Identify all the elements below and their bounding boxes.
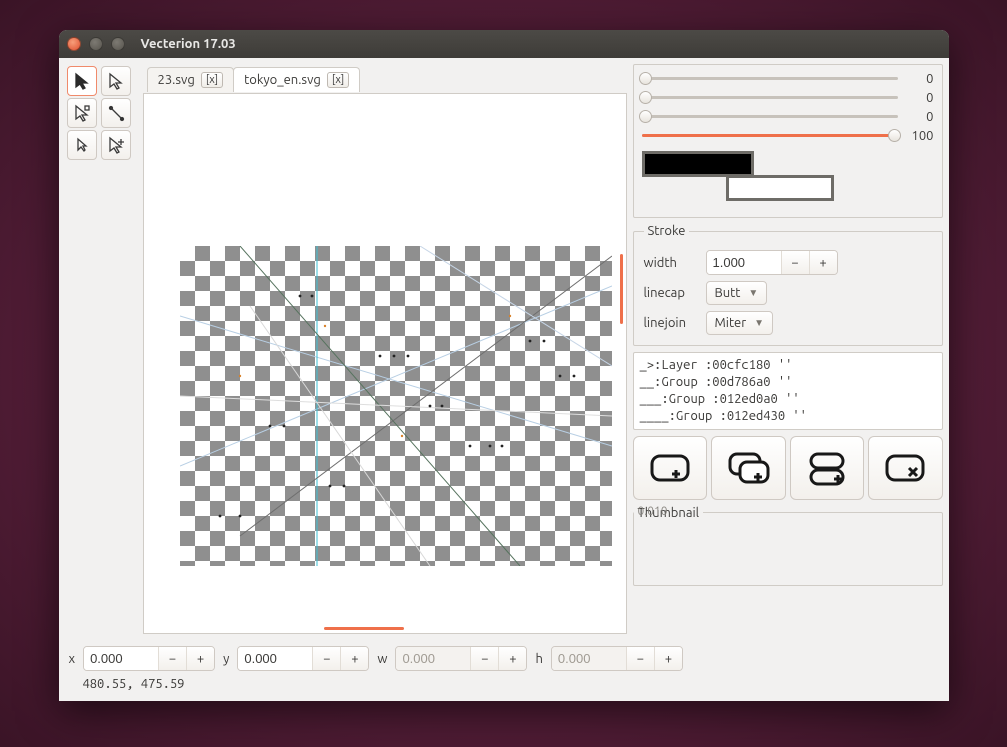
layer-buttons — [633, 436, 943, 500]
slider-a[interactable]: 100 — [642, 126, 934, 145]
minus-icon[interactable]: − — [158, 647, 186, 670]
cursor-small-icon — [73, 136, 91, 154]
rect-stack-plus-icon — [805, 448, 849, 488]
chevron-down-icon: ▼ — [754, 317, 764, 329]
plus-icon[interactable]: + — [654, 647, 682, 670]
tree-row[interactable]: ___:Group :012ed0a0 '' — [640, 391, 936, 408]
w-input[interactable]: − + — [395, 646, 527, 671]
linecap-label: linecap — [644, 286, 698, 300]
thumbnail-zoom: 0.010 — [638, 505, 668, 518]
minus-icon[interactable]: − — [312, 647, 340, 670]
tab-1[interactable]: tokyo_en.svg [x] — [233, 67, 360, 92]
mouse-position: 480.55, 475.59 — [69, 677, 939, 691]
canvas-hscroll[interactable] — [144, 627, 626, 631]
y-input[interactable]: − + — [237, 646, 369, 671]
slider-b[interactable]: 0 — [642, 107, 934, 126]
tool-add-anchor[interactable] — [101, 130, 131, 160]
tool-select[interactable] — [67, 66, 97, 96]
new-child-layer-button[interactable] — [711, 436, 786, 500]
color-sliders: 0 0 0 100 — [633, 64, 943, 218]
tree-row[interactable]: ____:Group :012ed430 '' — [640, 408, 936, 425]
plus-icon[interactable]: + — [186, 647, 214, 670]
chevron-down-icon: ▼ — [748, 287, 758, 299]
maximize-icon[interactable] — [111, 37, 125, 51]
duplicate-layer-button[interactable] — [790, 436, 865, 500]
tab-0[interactable]: 23.svg [x] — [147, 67, 235, 92]
stroke-width-input[interactable]: − + — [706, 250, 838, 275]
tool-anchor[interactable] — [67, 130, 97, 160]
toolbar — [65, 64, 137, 634]
window-title: Vecterion 17.03 — [141, 37, 236, 51]
linejoin-select[interactable]: Miter ▼ — [706, 311, 774, 335]
x-input[interactable]: − + — [83, 646, 215, 671]
delete-layer-button[interactable] — [868, 436, 943, 500]
cursor-plus-icon — [107, 136, 125, 154]
close-icon[interactable] — [67, 37, 81, 51]
cursor-node-icon — [73, 104, 91, 122]
color-swatches[interactable] — [642, 151, 934, 209]
minus-icon[interactable]: − — [470, 647, 498, 670]
cursor-solid-icon — [73, 72, 91, 90]
stroke-panel: Stroke width − + linecap Butt ▼ — [633, 224, 943, 346]
tab-label: 23.svg — [158, 73, 195, 87]
app-window: Vecterion 17.03 — [59, 30, 949, 701]
tree-row[interactable]: _>:Layer :00cfc180 '' — [640, 357, 936, 374]
line-icon — [107, 104, 125, 122]
coords-row: x − + y − + w − + h − + — [69, 646, 939, 671]
new-layer-button[interactable] — [633, 436, 708, 500]
rect-inset-plus-icon — [726, 448, 770, 488]
minus-icon[interactable]: − — [626, 647, 654, 670]
artwork-overlay — [180, 246, 612, 566]
tool-node[interactable] — [67, 98, 97, 128]
foreground-swatch[interactable] — [642, 151, 754, 177]
x-label: x — [69, 652, 76, 666]
canvas[interactable]: 0.060 — [143, 94, 627, 634]
layer-tree[interactable]: _>:Layer :00cfc180 '' __:Group :00d786a0… — [633, 352, 943, 430]
cursor-outline-icon — [107, 72, 125, 90]
tool-line[interactable] — [101, 98, 131, 128]
plus-icon[interactable]: + — [498, 647, 526, 670]
right-panel: 0 0 0 100 S — [633, 64, 943, 634]
background-swatch[interactable] — [726, 175, 834, 201]
center-panel: 23.svg [x] tokyo_en.svg [x] — [143, 64, 627, 634]
tab-close-button[interactable]: [x] — [327, 72, 349, 88]
minimize-icon[interactable] — [89, 37, 103, 51]
h-label: h — [535, 652, 542, 666]
tool-direct-select[interactable] — [101, 66, 131, 96]
tab-bar: 23.svg [x] tokyo_en.svg [x] — [143, 64, 627, 94]
tab-label: tokyo_en.svg — [244, 73, 321, 87]
tab-close-button[interactable]: [x] — [201, 72, 223, 88]
checkerboard — [180, 246, 612, 566]
slider-r[interactable]: 0 — [642, 69, 934, 88]
stroke-width-label: width — [644, 256, 698, 270]
thumbnail-panel: Thumbnail 0.010 — [633, 506, 943, 586]
linecap-select[interactable]: Butt ▼ — [706, 281, 768, 305]
tree-row[interactable]: __:Group :00d786a0 '' — [640, 374, 936, 391]
plus-icon[interactable]: + — [809, 251, 837, 274]
h-input[interactable]: − + — [551, 646, 683, 671]
w-label: w — [377, 652, 387, 666]
bottom-bar: x − + y − + w − + h − + — [59, 640, 949, 701]
plus-icon[interactable]: + — [340, 647, 368, 670]
rect-plus-icon — [648, 448, 692, 488]
slider-g[interactable]: 0 — [642, 88, 934, 107]
stroke-legend: Stroke — [644, 224, 690, 238]
titlebar[interactable]: Vecterion 17.03 — [59, 30, 949, 58]
y-label: y — [223, 652, 229, 666]
canvas-vscroll[interactable] — [620, 254, 624, 374]
linejoin-label: linejoin — [644, 316, 698, 330]
minus-icon[interactable]: − — [781, 251, 809, 274]
rect-x-icon — [883, 448, 927, 488]
